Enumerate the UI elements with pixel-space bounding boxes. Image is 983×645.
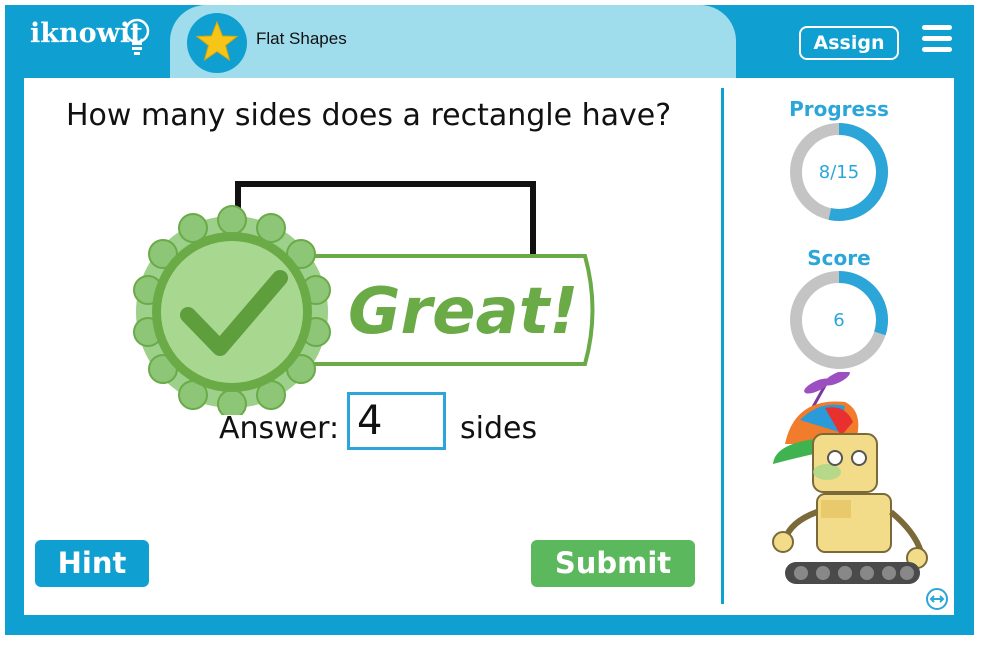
submit-button[interactable]: Submit — [531, 540, 695, 587]
progress-label: Progress — [789, 97, 889, 121]
iknowit-logo[interactable]: iknowit — [30, 18, 150, 62]
hamburger-menu-icon[interactable] — [922, 25, 952, 55]
answer-input[interactable]: 4 — [347, 392, 446, 450]
score-value: 6 — [833, 310, 845, 331]
answer-label: Answer: — [219, 411, 340, 446]
robot-mascot — [772, 372, 928, 584]
lesson-tab — [170, 5, 736, 85]
lesson-title: Flat Shapes — [256, 29, 347, 48]
great-text: Great! — [348, 275, 578, 349]
answer-unit: sides — [460, 411, 538, 446]
expand-arrows-icon[interactable] — [925, 587, 949, 611]
shape-area: Great! — [133, 181, 595, 415]
question-text: How many sides does a rectangle have? — [66, 98, 672, 133]
progress-value: 8/15 — [818, 162, 860, 183]
hint-button[interactable]: Hint — [35, 540, 149, 587]
star-badge — [187, 13, 247, 73]
star-icon — [195, 20, 239, 62]
assign-button[interactable]: Assign — [799, 26, 899, 60]
score-label: Score — [807, 246, 871, 270]
checkmark-badge-icon — [133, 205, 331, 415]
lightbulb-icon — [124, 18, 150, 55]
panel-divider — [721, 88, 724, 604]
